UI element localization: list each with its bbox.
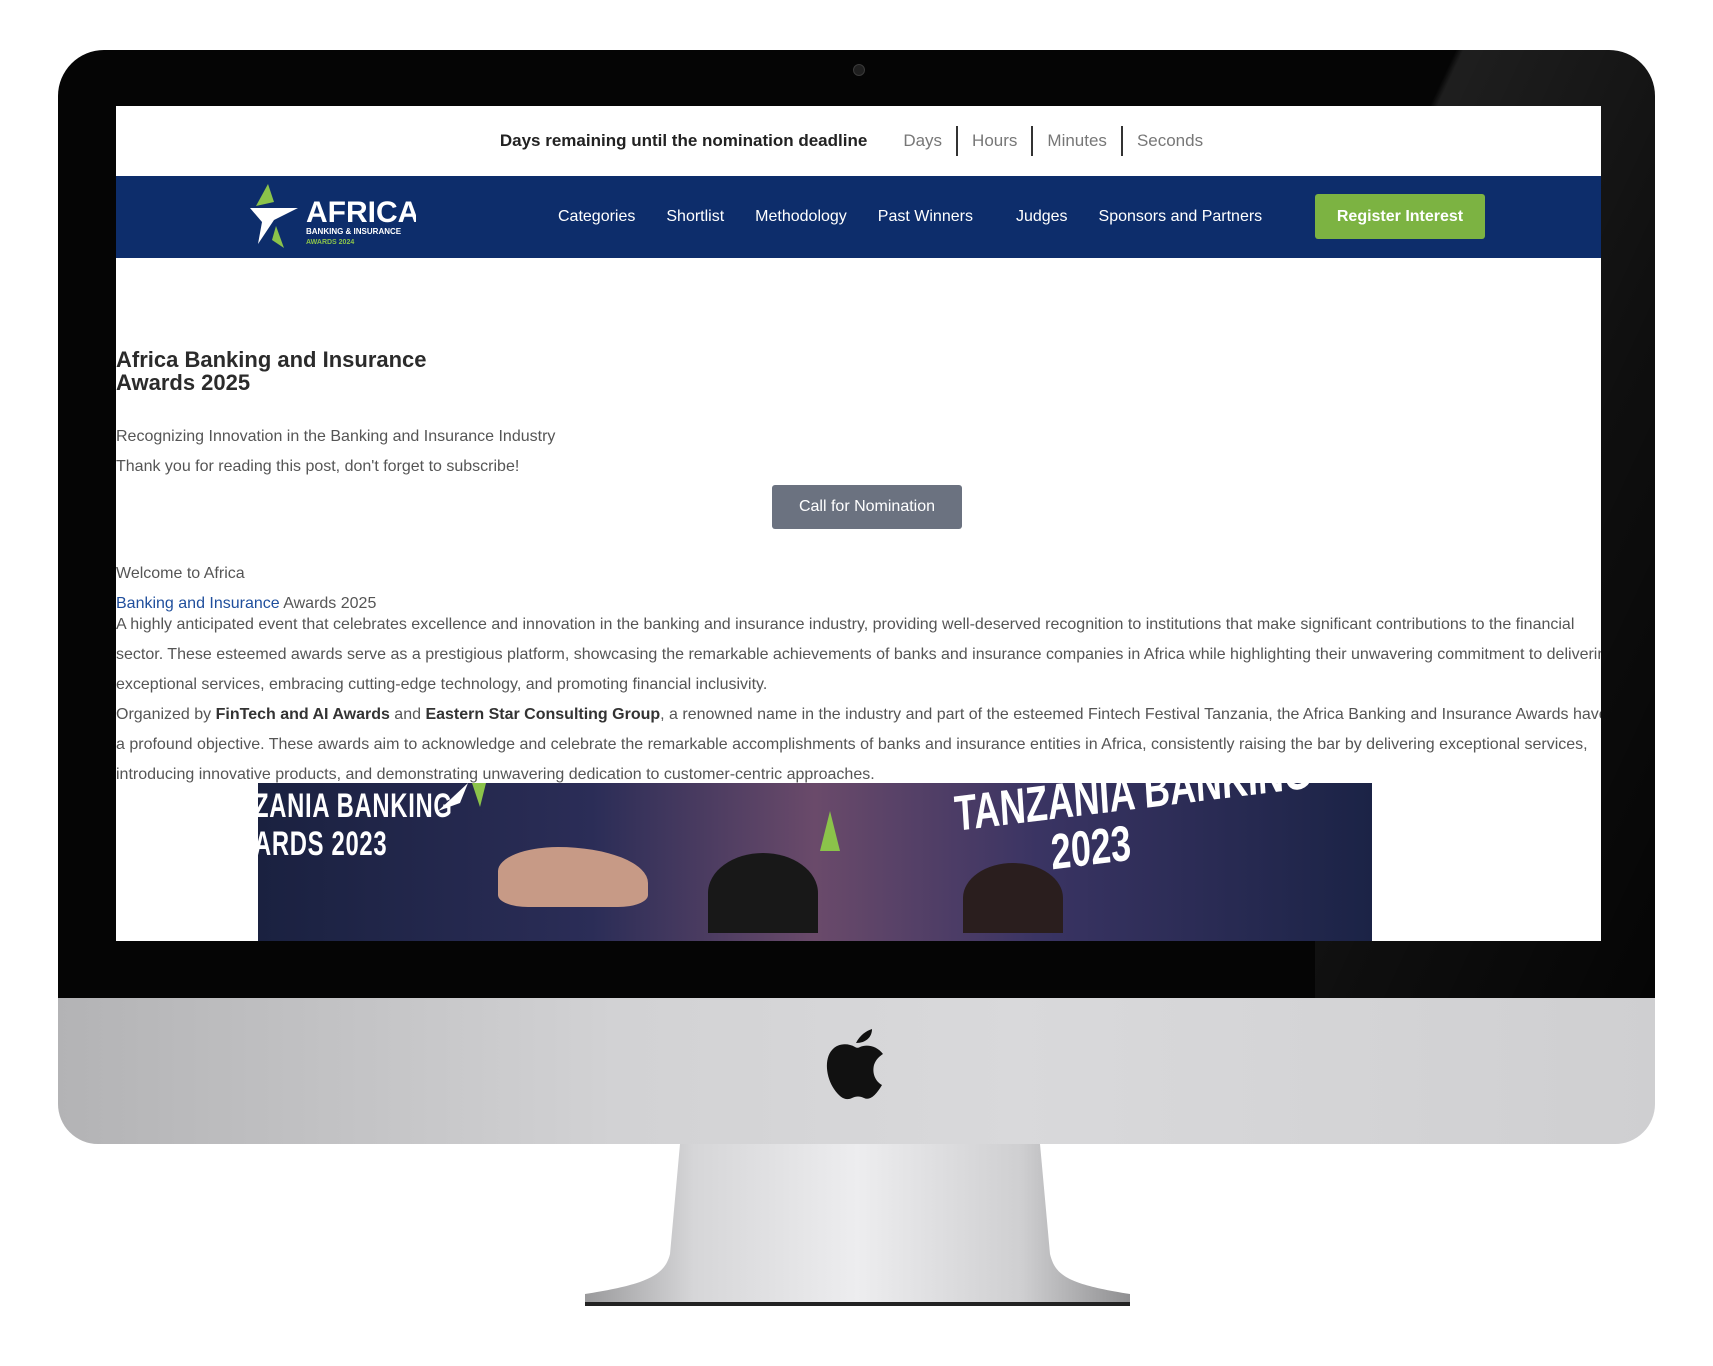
imac-stand bbox=[585, 1144, 1130, 1306]
countdown-days: Days bbox=[903, 131, 943, 150]
nav-shortlist[interactable]: Shortlist bbox=[666, 208, 724, 226]
organizer-and: and bbox=[389, 706, 426, 723]
nav-links: Categories Shortlist Methodology Past Wi… bbox=[558, 176, 1293, 258]
nav-methodology[interactable]: Methodology bbox=[755, 208, 847, 226]
banner-hand-figure bbox=[498, 847, 648, 907]
main-navbar: AFRICA BANKING & INSURANCE AWARDS 2024 C… bbox=[116, 176, 1601, 258]
call-for-nomination-button[interactable]: Call for Nomination bbox=[772, 485, 962, 529]
camera-icon bbox=[853, 64, 865, 76]
title-line-1: Africa Banking and Insurance bbox=[116, 347, 427, 372]
banner-star-icon-2 bbox=[820, 811, 840, 851]
page-title: Africa Banking and Insurance Awards 2025 bbox=[116, 348, 427, 394]
logo-wordmark: AFRICA bbox=[306, 196, 416, 229]
countdown-hours: Hours bbox=[972, 131, 1018, 150]
hero-subtitle: Recognizing Innovation in the Banking an… bbox=[116, 428, 556, 445]
organizer-eastern-star: Eastern Star Consulting Group bbox=[425, 706, 661, 723]
banner-left-line1: ZANIA BANKING bbox=[258, 787, 453, 825]
banner-star-icon bbox=[438, 783, 486, 811]
banner-left-line2: ARDS 2023 bbox=[258, 825, 388, 863]
organizer-fintech-ai: FinTech and AI Awards bbox=[215, 706, 390, 723]
browser-screen: Days remaining until the nomination dead… bbox=[116, 106, 1601, 941]
banner-left-text: ZANIA BANKING ARDS 2023 bbox=[258, 787, 453, 863]
countdown-label: Days remaining until the nomination dead… bbox=[499, 131, 868, 150]
banner-person-figure bbox=[708, 853, 818, 933]
nav-past-winners[interactable]: Past Winners bbox=[878, 208, 973, 226]
nav-sponsors[interactable]: Sponsors and Partners bbox=[1099, 208, 1263, 226]
countdown-bar: Days remaining until the nomination dead… bbox=[116, 106, 1601, 176]
subscribe-note: Thank you for reading this post, don't f… bbox=[116, 458, 520, 475]
awards-photo-banner: ZANIA BANKING ARDS 2023 TANZANIA BANKING… bbox=[258, 783, 1372, 941]
organizer-prefix: Organized by bbox=[116, 706, 216, 723]
organizer-paragraph: Organized by FinTech and AI Awards and E… bbox=[116, 700, 1601, 790]
logo-line3: AWARDS 2024 bbox=[306, 239, 354, 246]
nav-categories[interactable]: Categories bbox=[558, 208, 635, 226]
logo-line2: BANKING & INSURANCE bbox=[306, 227, 402, 236]
nav-judges[interactable]: Judges bbox=[1016, 208, 1068, 226]
welcome-text: Welcome to Africa bbox=[116, 565, 245, 582]
countdown-seconds: Seconds bbox=[1136, 131, 1204, 150]
apple-logo-icon bbox=[826, 1029, 883, 1100]
intro-paragraph: A highly anticipated event that celebrat… bbox=[116, 616, 1601, 693]
register-interest-button[interactable]: Register Interest bbox=[1315, 194, 1485, 239]
title-line-2: Awards 2025 bbox=[116, 370, 251, 395]
africa-awards-logo[interactable]: AFRICA BANKING & INSURANCE AWARDS 2024 bbox=[246, 182, 416, 254]
banner-person-figure-2 bbox=[963, 863, 1063, 933]
countdown-minutes: Minutes bbox=[1047, 131, 1107, 150]
